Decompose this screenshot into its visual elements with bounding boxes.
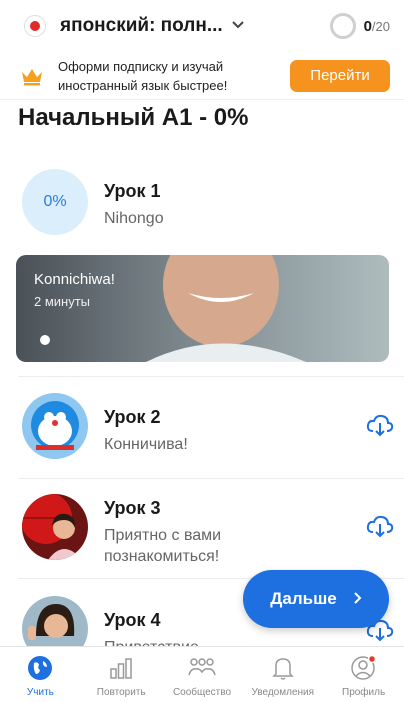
level-title: Начальный A1 - 0% [18, 104, 249, 131]
nav-label: Уведомления [251, 687, 315, 698]
lesson-name: Урок 4 [104, 610, 161, 630]
nav-label: Профиль [342, 687, 386, 698]
lesson-avatar [22, 393, 88, 459]
divider [18, 478, 404, 479]
lesson-subtitle: Конничива! [104, 436, 188, 453]
lesson-item[interactable]: 0% Урок 1 Nihongo [0, 169, 404, 235]
japan-flag-icon[interactable] [24, 15, 46, 37]
cloud-download-icon[interactable] [366, 413, 394, 437]
subscription-promo: Оформи подписку и изучай иностранный язы… [0, 52, 404, 100]
go-button[interactable]: Перейти [290, 59, 390, 92]
lesson-name: Урок 3 [104, 498, 161, 518]
crown-icon [22, 68, 42, 85]
lesson-name: Урок 2 [104, 407, 161, 427]
community-icon [187, 653, 217, 683]
divider [18, 376, 404, 377]
lesson-avatar [22, 494, 88, 560]
lesson-progress-badge: 0% [22, 169, 88, 235]
nav-profile[interactable]: Профиль [323, 647, 404, 702]
daily-progress[interactable]: 0/20 [329, 13, 390, 39]
next-button-label: Дальше [270, 589, 337, 608]
lesson-item[interactable]: Урок 3 Приятно с вами познакомиться! [0, 494, 404, 567]
progress-done: 0 [363, 17, 372, 35]
video-duration: 2 минуты [34, 294, 91, 309]
chevron-down-icon[interactable] [231, 17, 245, 35]
top-bar: японский: полн... 0/20 [0, 0, 404, 52]
nav-label: Сообщество [172, 687, 232, 698]
bottom-navigation: Учить Повторить Сообщество Уведомления П… [0, 646, 404, 702]
nav-review[interactable]: Повторить [81, 647, 162, 702]
video-card[interactable]: Konnichiwa! 2 минуты [16, 255, 389, 362]
cloud-download-icon[interactable] [366, 514, 394, 538]
nav-community[interactable]: Сообщество [162, 647, 243, 702]
bell-icon [268, 653, 298, 683]
nav-learn[interactable]: Учить [0, 647, 81, 702]
globe-icon [25, 653, 55, 683]
video-title: Konnichiwa! [34, 271, 115, 288]
video-status-dot [40, 335, 50, 345]
promo-text: Оформи подписку и изучай иностранный язы… [58, 58, 228, 93]
nav-label: Повторить [96, 687, 146, 698]
progress-total: /20 [371, 18, 390, 34]
next-button[interactable]: Дальше [243, 570, 389, 628]
lesson-subtitle: Приятно с вами познакомиться! [104, 527, 222, 565]
lesson-item[interactable]: Урок 2 Конничива! [0, 393, 404, 459]
lesson-subtitle: Nihongo [104, 210, 164, 227]
progress-ring-icon [329, 13, 356, 39]
course-title[interactable]: японский: полн... [60, 15, 223, 37]
nav-label: Учить [26, 687, 54, 698]
lesson-name: Урок 1 [104, 181, 161, 201]
chart-icon [106, 653, 136, 683]
nav-notifications[interactable]: Уведомления [242, 647, 323, 702]
profile-icon [349, 653, 379, 683]
chevron-right-icon [353, 589, 362, 610]
